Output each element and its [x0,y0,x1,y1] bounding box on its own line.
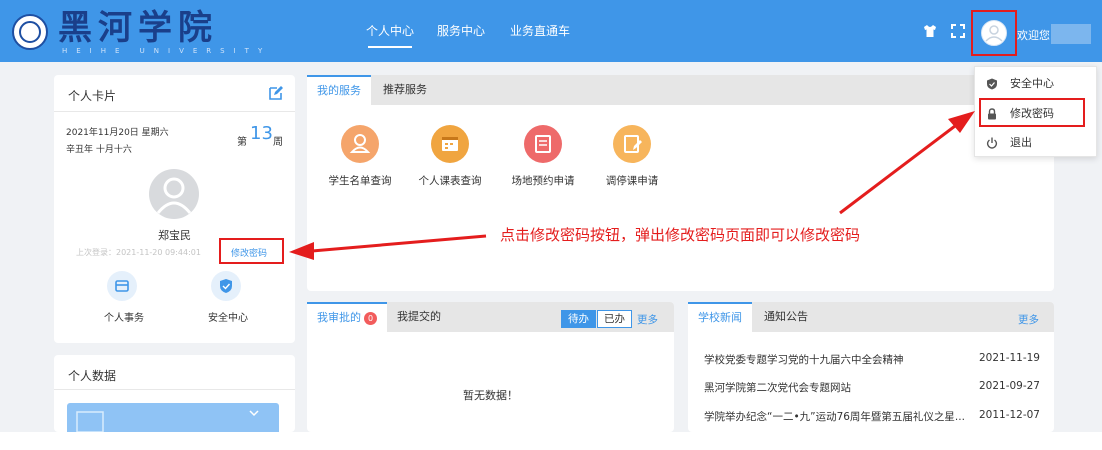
annotation-arrows [289,111,975,260]
